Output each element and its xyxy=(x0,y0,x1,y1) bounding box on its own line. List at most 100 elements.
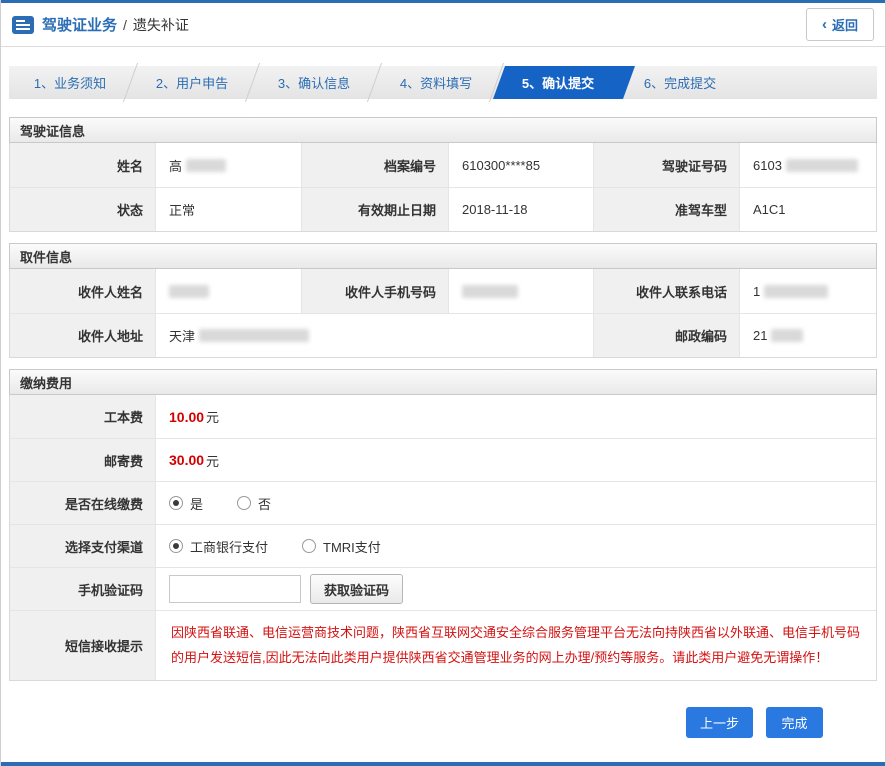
license-section-title: 驾驶证信息 xyxy=(9,117,877,143)
radio-label-yes: 是 xyxy=(190,494,203,513)
online-pay-label: 是否在线缴费 xyxy=(10,481,155,524)
pay-channel-options: 工商银行支付 TMRI支付 xyxy=(155,524,876,567)
address-text: 天津 xyxy=(169,326,195,345)
postage-fee-amount: 30.00 xyxy=(169,452,204,468)
step-1-business-notice: 1、业务须知 xyxy=(9,66,131,99)
vehicle-class-value: A1C1 xyxy=(739,187,876,231)
license-no-text: 6103 xyxy=(753,158,782,173)
get-sms-code-button[interactable]: 获取验证码 xyxy=(310,574,403,604)
recipient-name-label: 收件人姓名 xyxy=(10,269,155,313)
expiry-value: 2018-11-18 xyxy=(448,187,593,231)
online-pay-options: 是 否 xyxy=(155,481,876,524)
recipient-mobile-value xyxy=(448,269,593,313)
zip-text: 21 xyxy=(753,328,767,343)
step-label: 4、资料填写 xyxy=(400,73,472,92)
license-no-value: 6103 xyxy=(739,143,876,187)
cost-fee-value: 10.00 元 xyxy=(155,395,876,438)
redacted-blur xyxy=(199,329,309,342)
name-value: 高 xyxy=(155,143,301,187)
step-3-confirm-info: 3、确认信息 xyxy=(253,66,375,99)
phone-text: 1 xyxy=(753,284,760,299)
radio-unchecked-icon xyxy=(302,539,316,553)
delivery-info-table: 收件人姓名 收件人手机号码 收件人联系电话 1 收件人地址 天津 邮政编码 21 xyxy=(9,269,877,358)
delivery-info-section: 取件信息 收件人姓名 收件人手机号码 收件人联系电话 1 收件人地址 天津 邮政… xyxy=(9,243,877,358)
cost-fee-unit: 元 xyxy=(206,407,219,426)
cost-fee-label: 工本费 xyxy=(10,395,155,438)
payment-table: 工本费 10.00 元 邮寄费 30.00 元 是否在线缴费 是 否 xyxy=(9,395,877,681)
sms-code-label: 手机验证码 xyxy=(10,567,155,610)
redacted-blur xyxy=(169,285,209,298)
step-label: 5、确认提交 xyxy=(522,73,594,92)
radio-checked-icon xyxy=(169,496,183,510)
page-subtitle: 遗失补证 xyxy=(133,15,189,35)
redacted-blur xyxy=(786,159,858,172)
bottom-accent-bar xyxy=(1,762,885,766)
license-info-table: 姓名 高 档案编号 610300****85 驾驶证号码 6103 状态 正常 … xyxy=(9,143,877,232)
zip-code-value: 21 xyxy=(739,313,876,357)
radio-unchecked-icon xyxy=(237,496,251,510)
recipient-phone-value: 1 xyxy=(739,269,876,313)
step-label: 6、完成提交 xyxy=(644,73,716,92)
radio-option-icbc[interactable]: 工商银行支付 xyxy=(169,537,268,556)
payment-section-title: 缴纳费用 xyxy=(9,369,877,395)
step-2-user-declaration: 2、用户申告 xyxy=(131,66,253,99)
radio-checked-icon xyxy=(169,539,183,553)
status-value: 正常 xyxy=(155,187,301,231)
step-label: 1、业务须知 xyxy=(34,73,106,92)
redacted-blur xyxy=(764,285,828,298)
zip-code-label: 邮政编码 xyxy=(593,313,739,357)
vehicle-class-label: 准驾车型 xyxy=(593,187,739,231)
step-progress-bar: 1、业务须知 2、用户申告 3、确认信息 4、资料填写 5、确认提交 6、完成提… xyxy=(9,66,877,99)
pay-channel-label: 选择支付渠道 xyxy=(10,524,155,567)
page: 驾驶证业务 / 遗失补证 ‹ 返回 1、业务须知 2、用户申告 3、确认信息 4… xyxy=(0,0,886,766)
title-separator: / xyxy=(123,17,127,33)
finish-button[interactable]: 完成 xyxy=(766,707,823,738)
payment-section: 缴纳费用 工本费 10.00 元 邮寄费 30.00 元 是否在线缴费 是 否 xyxy=(9,369,877,681)
step-label: 3、确认信息 xyxy=(278,73,350,92)
step-label: 2、用户申告 xyxy=(156,73,228,92)
recipient-phone-label: 收件人联系电话 xyxy=(593,269,739,313)
sms-code-input[interactable] xyxy=(169,575,301,603)
step-6-finish-submit: 6、完成提交 xyxy=(619,66,741,99)
file-no-label: 档案编号 xyxy=(301,143,448,187)
license-service-icon xyxy=(12,16,34,34)
sms-notice-cell: 因陕西省联通、电信运营商技术问题，陕西省互联网交通安全综合服务管理平台无法向持陕… xyxy=(155,610,876,680)
license-info-section: 驾驶证信息 姓名 高 档案编号 610300****85 驾驶证号码 6103 … xyxy=(9,117,877,232)
step-5-confirm-submit-active: 5、确认提交 xyxy=(497,66,619,99)
expiry-label: 有效期止日期 xyxy=(301,187,448,231)
recipient-address-label: 收件人地址 xyxy=(10,313,155,357)
recipient-name-value xyxy=(155,269,301,313)
back-label: 返回 xyxy=(832,15,858,34)
name-text: 高 xyxy=(169,156,182,175)
radio-option-no[interactable]: 否 xyxy=(237,494,271,513)
postage-fee-unit: 元 xyxy=(206,451,219,470)
redacted-blur xyxy=(462,285,518,298)
step-4-fill-data: 4、资料填写 xyxy=(375,66,497,99)
file-no-value: 610300****85 xyxy=(448,143,593,187)
sms-notice-text: 因陕西省联通、电信运营商技术问题，陕西省互联网交通安全综合服务管理平台无法向持陕… xyxy=(171,621,861,670)
radio-option-tmri[interactable]: TMRI支付 xyxy=(302,537,381,556)
sms-code-row: 获取验证码 xyxy=(155,567,876,610)
delivery-section-title: 取件信息 xyxy=(9,243,877,269)
chevron-left-icon: ‹ xyxy=(822,17,827,32)
prev-step-button[interactable]: 上一步 xyxy=(686,707,753,738)
header: 驾驶证业务 / 遗失补证 ‹ 返回 xyxy=(1,3,885,47)
name-label: 姓名 xyxy=(10,143,155,187)
footer-actions: 上一步 完成 xyxy=(9,707,823,738)
recipient-mobile-label: 收件人手机号码 xyxy=(301,269,448,313)
back-button[interactable]: ‹ 返回 xyxy=(806,8,874,41)
cost-fee-amount: 10.00 xyxy=(169,409,204,425)
radio-label-no: 否 xyxy=(258,494,271,513)
redacted-blur xyxy=(771,329,803,342)
redacted-blur xyxy=(186,159,226,172)
radio-label-icbc: 工商银行支付 xyxy=(190,537,268,556)
status-label: 状态 xyxy=(10,187,155,231)
radio-option-yes[interactable]: 是 xyxy=(169,494,203,513)
radio-label-tmri: TMRI支付 xyxy=(323,537,381,556)
postage-fee-value: 30.00 元 xyxy=(155,438,876,481)
sms-notice-label: 短信接收提示 xyxy=(10,610,155,680)
postage-fee-label: 邮寄费 xyxy=(10,438,155,481)
recipient-address-value: 天津 xyxy=(155,313,593,357)
page-title: 驾驶证业务 xyxy=(42,14,117,35)
license-no-label: 驾驶证号码 xyxy=(593,143,739,187)
